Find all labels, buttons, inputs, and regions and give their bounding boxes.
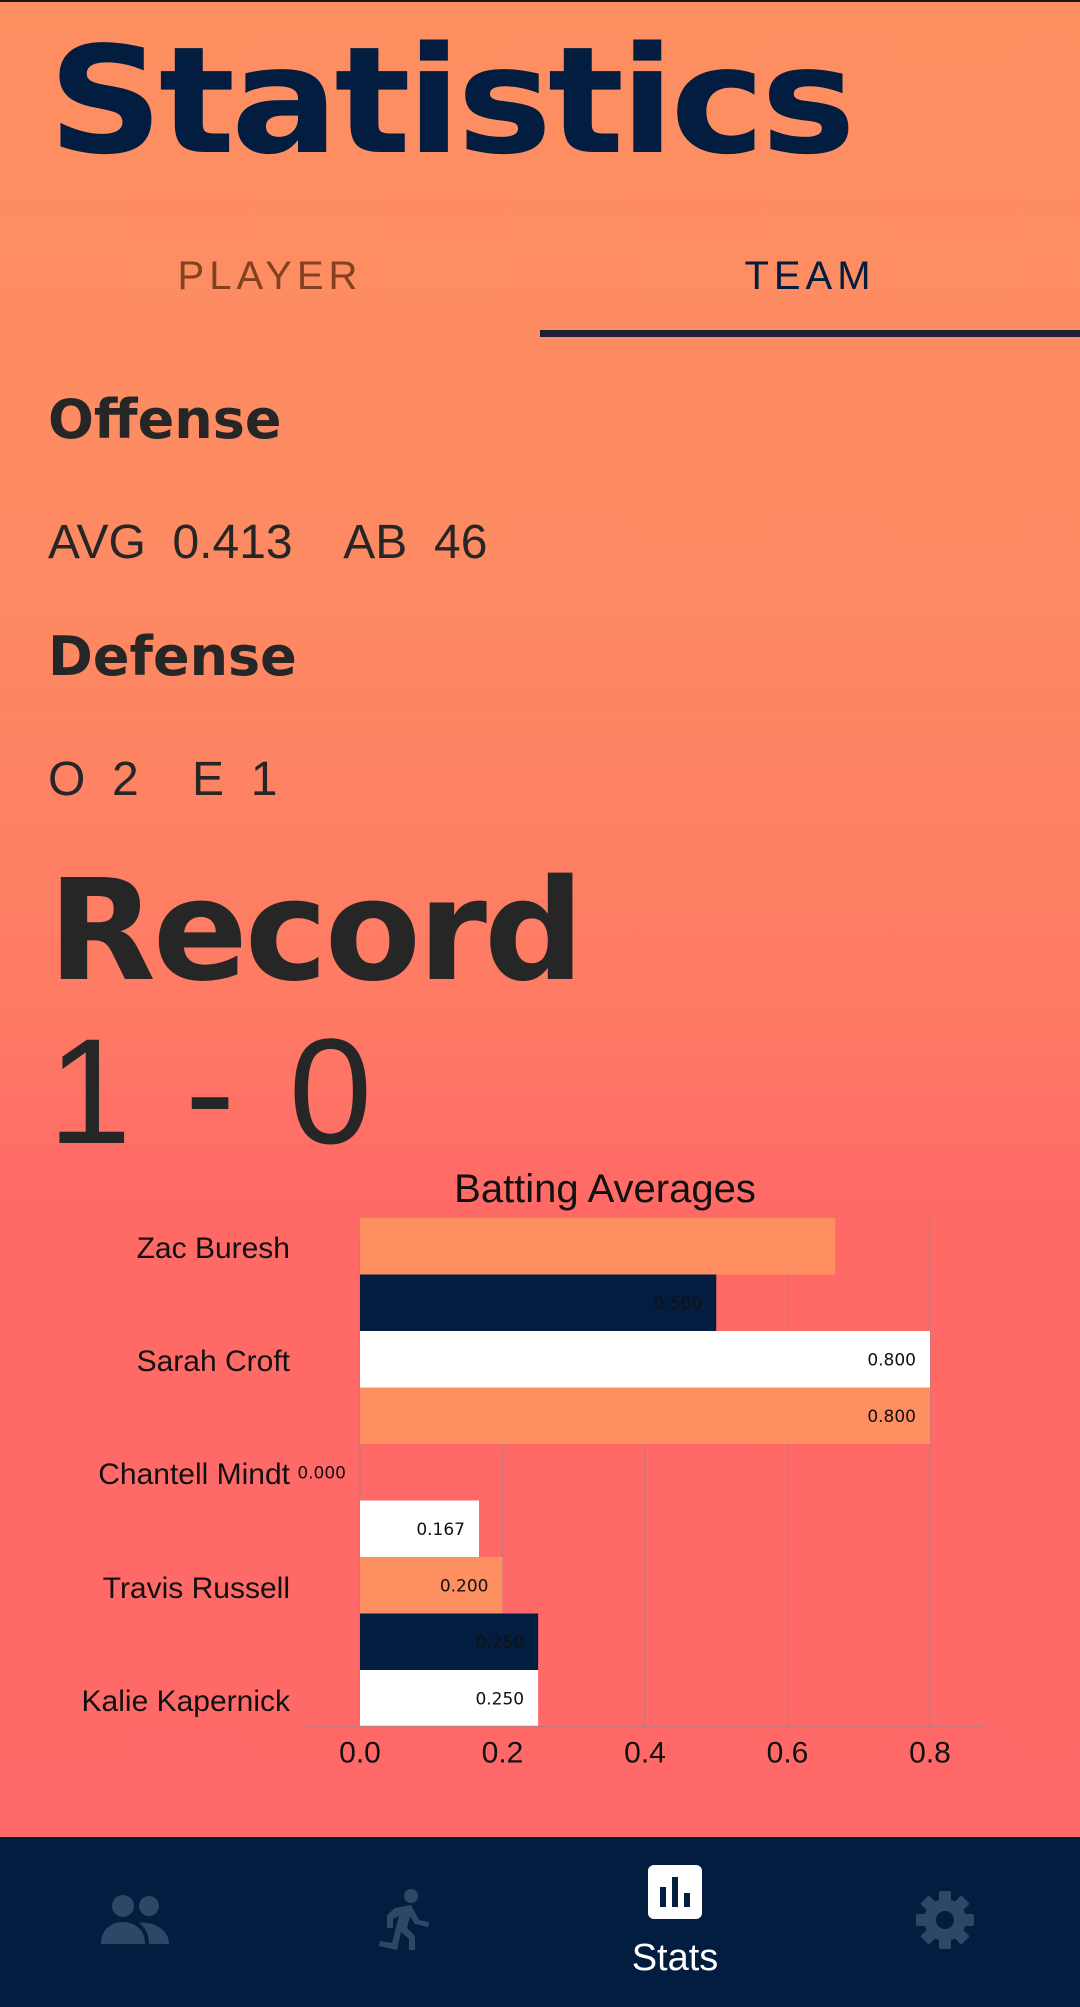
x-tick-label: 0.8 — [909, 1737, 951, 1770]
tab-bar: PLAYER TEAM — [0, 220, 1080, 340]
x-tick-label: 0.4 — [624, 1737, 666, 1770]
record-heading: Record — [48, 850, 584, 1013]
bar — [360, 1218, 836, 1275]
tab-player[interactable]: PLAYER — [0, 220, 540, 332]
bar-data-label: 0.250 — [475, 1689, 524, 1709]
nav-label-stats: Stats — [631, 1936, 719, 1979]
x-tick-label: 0.6 — [767, 1737, 809, 1770]
people-icon — [99, 1894, 171, 1950]
gear-icon — [915, 1890, 975, 1954]
defense-heading: Defense — [48, 625, 297, 688]
offense-heading: Offense — [48, 388, 282, 451]
x-tick-label: 0.2 — [482, 1737, 524, 1770]
bar — [360, 1387, 930, 1444]
player-label: Kalie Kapernick — [82, 1685, 291, 1718]
runner-icon — [377, 1888, 433, 1956]
player-label: Travis Russell — [103, 1572, 290, 1605]
defense-stats: O 2 E 1 — [48, 753, 278, 806]
nav-item-settings[interactable] — [810, 1837, 1080, 2007]
bar-data-label: 0.800 — [867, 1350, 916, 1370]
bottom-navigation: Stats — [0, 1837, 1080, 2007]
x-tick-label: 0.0 — [339, 1737, 381, 1770]
bar-data-label: 0.200 — [440, 1576, 489, 1596]
bar-data-label: 0.800 — [867, 1407, 916, 1427]
top-border — [0, 0, 1080, 2]
tab-team[interactable]: TEAM — [540, 220, 1080, 332]
chart-title: Batting Averages — [454, 1167, 756, 1211]
bar-chart-icon — [648, 1864, 702, 1923]
bar-data-label: 0.250 — [475, 1633, 524, 1653]
chart-svg: Batting Averages 0.500 0.800 0.800 0.000 0.16… — [82, 1167, 985, 1770]
offense-stats: AVG 0.413 AB 46 — [48, 516, 488, 569]
nav-item-game[interactable] — [270, 1837, 540, 2007]
player-label: Zac Buresh — [137, 1232, 290, 1265]
nav-item-team[interactable] — [0, 1837, 270, 2007]
bar-data-label: 0.000 — [297, 1463, 346, 1483]
tab-selected-indicator — [540, 330, 1080, 337]
bar-data-label: 0.167 — [416, 1520, 465, 1540]
page-title: Statistics — [48, 15, 856, 187]
bar-data-label: 0.500 — [654, 1294, 703, 1314]
bar — [360, 1331, 930, 1388]
nav-item-stats[interactable]: Stats — [540, 1837, 810, 2007]
batting-averages-chart: Batting Averages 0.500 0.800 0.800 0.000 0.16… — [0, 1150, 1080, 1770]
player-label: Chantell Mindt — [98, 1458, 290, 1491]
player-label: Sarah Croft — [137, 1345, 291, 1378]
